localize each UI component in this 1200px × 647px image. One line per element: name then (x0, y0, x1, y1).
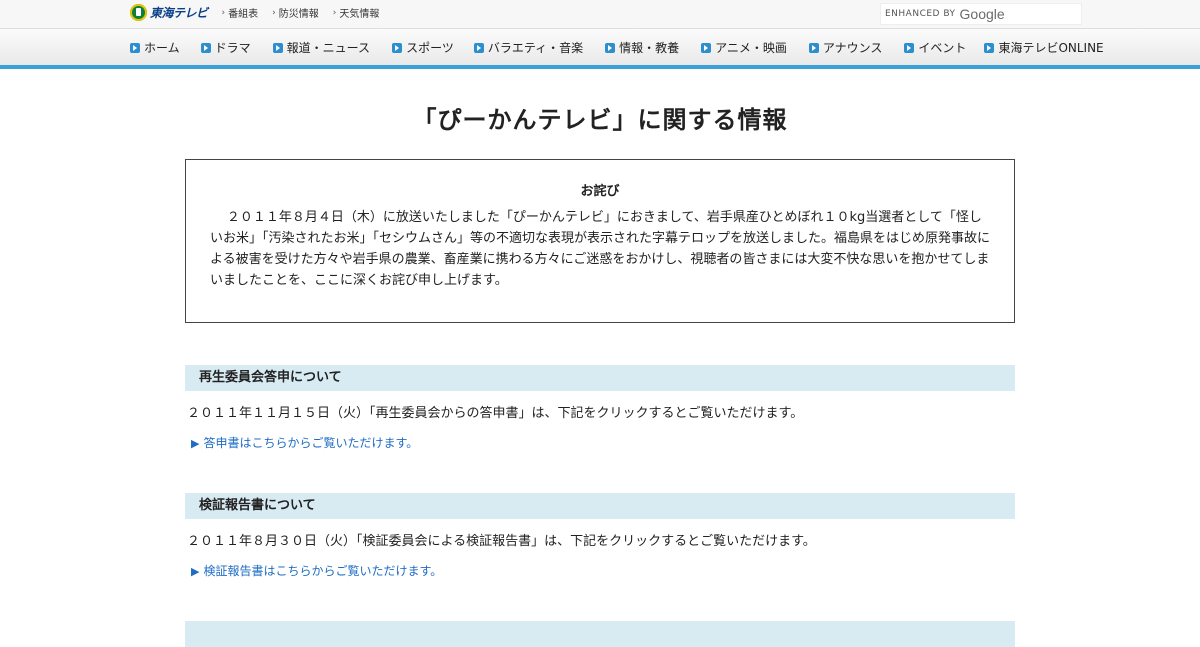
google-label: Google (959, 6, 1005, 22)
nav-item-news[interactable]: 報道・ニュース (272, 39, 370, 56)
arrow-bullet-icon (605, 42, 616, 53)
report-link[interactable]: ▶ 検証報告書はこちらからご覧いただけます。 (185, 562, 1015, 579)
arrow-bullet-icon (984, 42, 995, 53)
report-link[interactable]: ▶ 答申書はこちらからご覧いただけます。 (185, 434, 1015, 451)
triangle-right-icon: ▶ (191, 565, 200, 578)
section-heading: 再生委員会答申について (185, 365, 1015, 391)
arrow-bullet-icon (701, 42, 712, 53)
nav-item-events[interactable]: イベント (904, 39, 966, 56)
nav-item-variety-music[interactable]: バラエティ・音楽 (473, 39, 583, 56)
arrow-bullet-icon (808, 42, 819, 53)
nav-item-announcers[interactable]: アナウンス (808, 39, 882, 56)
enhanced-by-label: ENHANCED BY (885, 9, 956, 19)
apology-heading: お詫び (580, 184, 620, 199)
arrow-bullet-icon (904, 42, 915, 53)
nav-item-sports[interactable]: スポーツ (392, 39, 454, 56)
nav-item-home[interactable]: ホーム (130, 39, 180, 56)
arrow-bullet-icon (392, 42, 403, 53)
logo-text: 東海テレビ (150, 6, 208, 20)
logo-mark-icon (130, 4, 147, 21)
chevron-right-icon: › (272, 7, 276, 18)
page-title: 「ぴーかんテレビ」に関する情報 (412, 106, 788, 134)
apology-text: ２０１１年８月４日（木）に放送いたしました「ぴーかんテレビ」におきまして、岩手県… (210, 210, 991, 288)
triangle-right-icon: ▶ (191, 437, 200, 450)
section-heading: 検証報告書について (185, 493, 1015, 519)
section-text: ２０１１年８月３０日（火）「検証委員会による検証報告書」は、下記をクリックすると… (187, 534, 816, 549)
arrow-bullet-icon (200, 42, 211, 53)
section-recovery-committee: 再生委員会答申について ２０１１年１１月１５日（火）「再生委員会からの答申書」は… (185, 365, 1015, 451)
nav-item-anime-movie[interactable]: アニメ・映画 (701, 39, 787, 56)
top-link-weather[interactable]: › 天気情報 (332, 5, 380, 21)
arrow-bullet-icon (473, 42, 484, 53)
arrow-bullet-icon (272, 42, 283, 53)
nav-item-online[interactable]: 東海テレビONLINE (984, 39, 1104, 56)
section-verification-report: 検証報告書について ２０１１年８月３０日（火）「検証委員会による検証報告書」は、… (185, 493, 1015, 579)
section-partial-next (185, 621, 1015, 647)
main-nav: ホーム ドラマ 報道・ニュース スポーツ バラエティ・音楽 情報・教養 アニメ・… (0, 29, 1200, 69)
section-heading-cut-off (185, 621, 1015, 647)
apology-box: お詫び ２０１１年８月４日（木）に放送いたしました「ぴーかんテレビ」におきまして… (185, 159, 1015, 323)
section-text: ２０１１年１１月１５日（火）「再生委員会からの答申書」は、下記をクリックするとご… (187, 406, 804, 421)
tokai-tv-logo[interactable]: 東海テレビ (130, 4, 208, 21)
top-link-disaster-info[interactable]: › 防災情報 (272, 5, 319, 21)
chevron-right-icon: › (332, 7, 337, 18)
nav-item-info-culture[interactable]: 情報・教養 (605, 39, 679, 56)
top-link-program-guide[interactable]: › 番組表 (221, 5, 259, 21)
main-content: 「ぴーかんテレビ」に関する情報 お詫び ２０１１年８月４日（木）に放送いたしまし… (185, 68, 1015, 647)
top-bar: 東海テレビ › 番組表 › 防災情報 › 天気情報 ENHANCED BY Go… (0, 0, 1200, 29)
nav-item-drama[interactable]: ドラマ (200, 39, 251, 56)
chevron-right-icon: › (221, 7, 226, 18)
google-search-box[interactable]: ENHANCED BY Google (880, 3, 1082, 25)
arrow-bullet-icon (130, 42, 140, 53)
